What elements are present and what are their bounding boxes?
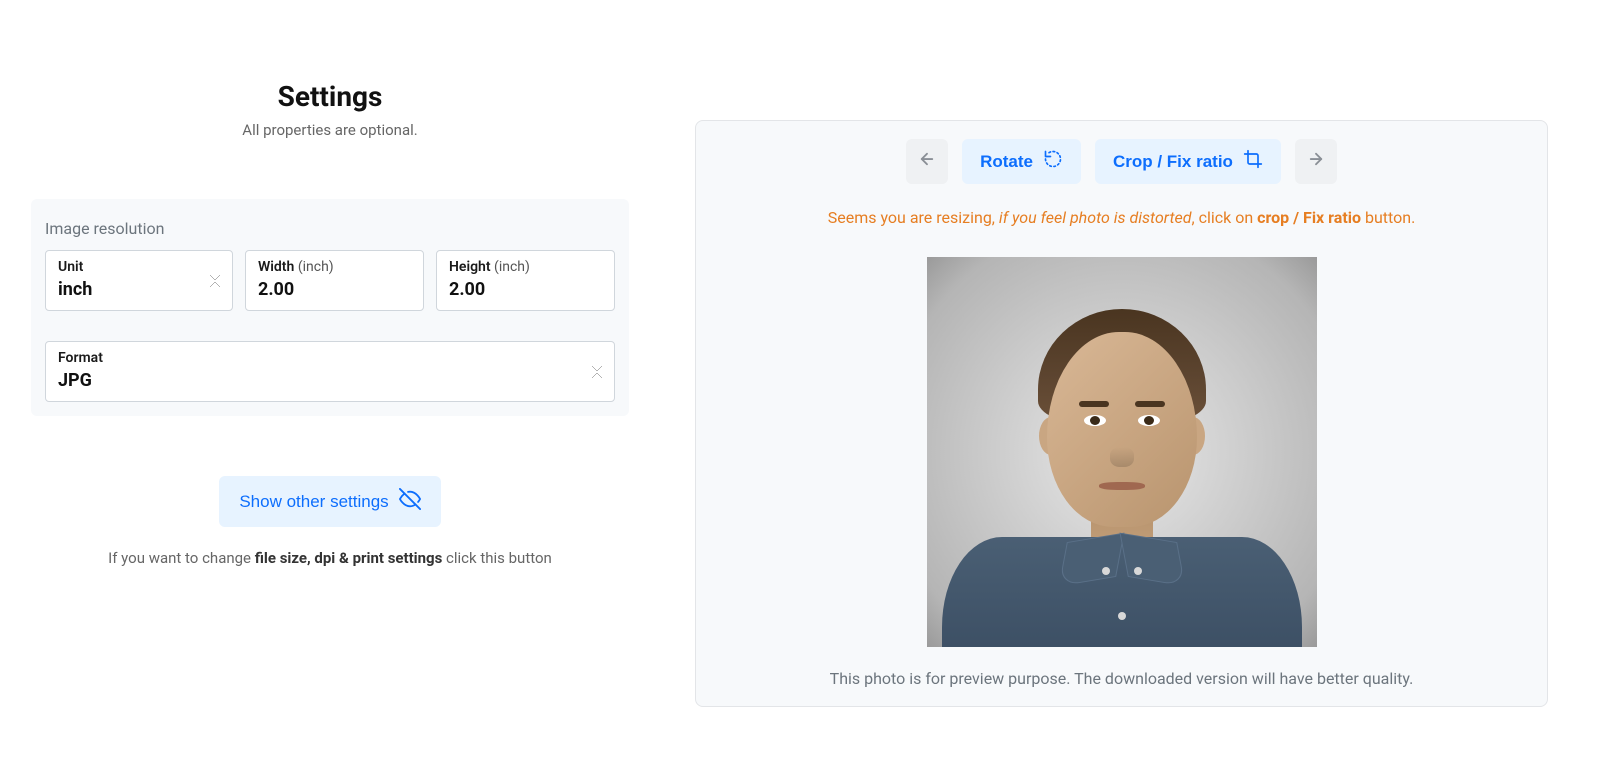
show-other-settings-label: Show other settings [239, 492, 388, 512]
height-value: 2.00 [449, 279, 602, 300]
preview-card: Rotate Crop / Fix ratio [695, 120, 1548, 707]
crop-button[interactable]: Crop / Fix ratio [1095, 139, 1281, 184]
prev-button[interactable] [906, 139, 948, 184]
format-select[interactable]: Format JPG [45, 341, 615, 402]
resolution-row: Unit inch Width (inch) 2.00 Height (inch… [45, 250, 615, 311]
format-value: JPG [58, 370, 584, 391]
image-resolution-label: Image resolution [45, 219, 615, 238]
help-text: If you want to change file size, dpi & p… [108, 549, 552, 567]
crop-label: Crop / Fix ratio [1113, 152, 1233, 172]
eye-off-icon [399, 488, 421, 515]
rotate-label: Rotate [980, 152, 1033, 172]
height-field[interactable]: Height (inch) 2.00 [436, 250, 615, 311]
show-other-settings-button[interactable]: Show other settings [219, 476, 440, 527]
arrow-right-icon [1307, 150, 1325, 173]
preview-photo [927, 257, 1317, 647]
rotate-icon [1043, 149, 1063, 174]
crop-icon [1243, 149, 1263, 174]
warning-text: Seems you are resizing, if you feel phot… [714, 208, 1529, 227]
settings-panel: Settings All properties are optional. Im… [15, 0, 645, 772]
settings-subtitle: All properties are optional. [242, 121, 417, 139]
arrow-left-icon [918, 150, 936, 173]
unit-label: Unit [58, 259, 202, 275]
settings-title: Settings [242, 80, 417, 113]
settings-box: Image resolution Unit inch Width (inch) … [31, 199, 629, 416]
width-label: Width (inch) [258, 259, 411, 275]
preview-toolbar: Rotate Crop / Fix ratio [714, 139, 1529, 184]
rotate-button[interactable]: Rotate [962, 139, 1081, 184]
unit-select[interactable]: Unit inch [45, 250, 233, 311]
width-value: 2.00 [258, 279, 411, 300]
preview-note: This photo is for preview purpose. The d… [714, 669, 1529, 688]
width-field[interactable]: Width (inch) 2.00 [245, 250, 424, 311]
unit-value: inch [58, 279, 202, 300]
height-label: Height (inch) [449, 259, 602, 275]
format-label: Format [58, 350, 584, 366]
next-button[interactable] [1295, 139, 1337, 184]
